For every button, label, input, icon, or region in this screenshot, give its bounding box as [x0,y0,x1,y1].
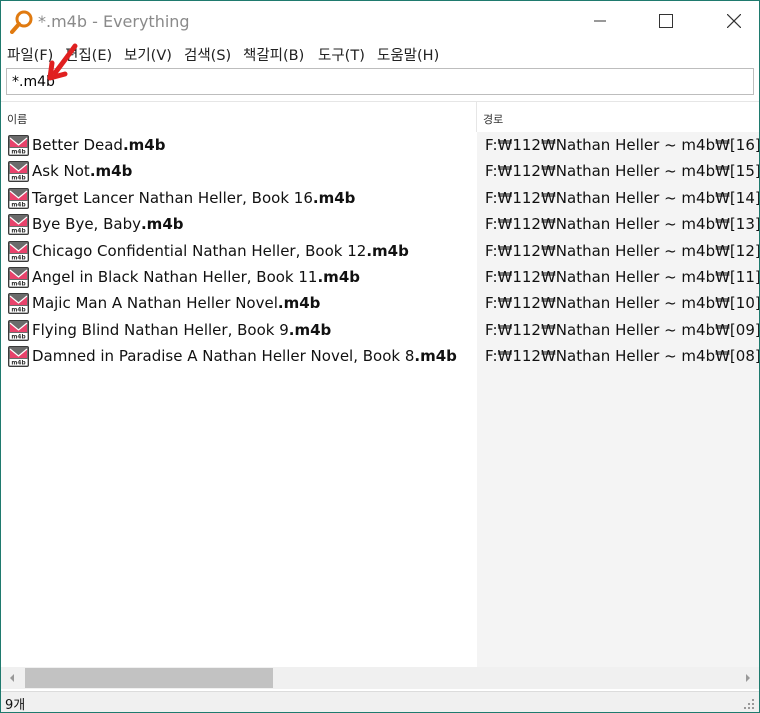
file-name: Damned in Paradise A Nathan Heller Novel… [32,347,457,365]
menu-tools[interactable]: 도구(T) [318,44,365,65]
file-name-ext: .m4b [288,320,332,339]
file-name: Bye Bye, Baby.m4b [32,215,184,233]
file-name: Majic Man A Nathan Heller Novel.m4b [32,294,320,312]
close-icon [727,14,741,28]
file-path: F:₩112₩Nathan Heller ~ m4b₩[14] Target L… [485,188,759,207]
table-row[interactable]: m4b Chicago Confidential Nathan Heller, B… [1,239,759,265]
m4b-file-icon: m4b [8,214,29,236]
file-name: Target Lancer Nathan Heller, Book 16.m4b [32,189,355,207]
file-icon-label: m4b [11,308,25,314]
file-name-ext: .m4b [277,294,321,313]
horizontal-scrollbar[interactable] [1,667,759,689]
maximize-icon [659,14,673,28]
file-name: Flying Blind Nathan Heller, Book 9.m4b [32,321,331,339]
table-row[interactable]: m4b Better Dead.m4b F:₩112₩Nathan Heller ~… [1,133,759,159]
chevron-right-icon [746,674,750,682]
file-name-stem: Better Dead [32,136,123,154]
file-name: Ask Not.m4b [32,162,132,180]
results-list: 이름 경로 m4b Better Dead.m4b F:₩112₩Nathan He… [1,101,759,668]
menu-help[interactable]: 도움말(H) [377,44,439,65]
file-name-stem: Chicago Confidential Nathan Heller, Book… [32,241,367,260]
m4b-file-icon: m4b [8,346,29,368]
table-row[interactable]: m4b Angel in Black Nathan Heller, Book 11… [1,265,759,291]
file-name-stem: Target Lancer Nathan Heller, Book 16 [32,188,313,207]
column-header-path-label: 경로 [483,113,504,126]
file-name-stem: Angel in Black Nathan Heller, Book 11 [32,267,318,286]
menu-file[interactable]: 파일(F) [7,44,53,65]
file-icon-label: m4b [11,202,25,208]
file-path: F:₩112₩Nathan Heller ~ m4b₩[15] Ask Not [485,162,759,181]
table-row[interactable]: m4b Majic Man A Nathan Heller Novel.m4b F:… [1,291,759,317]
file-name: Angel in Black Nathan Heller, Book 11.m4… [32,268,360,286]
table-row[interactable]: m4b Target Lancer Nathan Heller, Book 16.… [1,186,759,212]
column-header-path[interactable]: 경로 [477,102,759,132]
menu-view[interactable]: 보기(V) [124,44,172,65]
m4b-file-icon: m4b [8,135,29,156]
result-count: 9개 [5,698,26,713]
file-name-ext: .m4b [366,241,409,260]
result-rows: m4b Better Dead.m4b F:₩112₩Nathan Heller ~… [1,133,759,371]
file-icon-label: m4b [11,255,25,261]
file-name-ext: .m4b [140,215,184,234]
m4b-file-icon: m4b [8,240,29,262]
search-box [6,68,754,95]
maximize-button[interactable] [643,1,689,41]
chevron-left-icon [10,674,14,682]
table-row[interactable]: m4b Ask Not.m4b F:₩112₩Nathan Heller ~ m4b… [1,159,759,185]
file-name-ext: .m4b [414,347,457,366]
scroll-thumb[interactable] [25,668,273,688]
table-row[interactable]: m4b Bye Bye, Baby.m4b F:₩112₩Nathan Heller… [1,212,759,238]
resize-grip-icon[interactable] [743,698,755,710]
minimize-button[interactable] [577,1,623,41]
minimize-icon [594,20,606,22]
m4b-file-icon: m4b [8,161,29,183]
scroll-right-button[interactable] [737,667,759,689]
m4b-file-icon: m4b [8,293,29,315]
file-icon-label: m4b [11,229,25,235]
scroll-left-button[interactable] [1,667,23,689]
file-path: F:₩112₩Nathan Heller ~ m4b₩[08] Damned i… [485,347,759,366]
title-bar[interactable]: *.m4b - Everything [1,1,759,41]
file-name-stem: Majic Man A Nathan Heller Novel [32,294,278,313]
file-icon-label: m4b [11,361,25,367]
file-icon-label: m4b [11,334,25,340]
menu-edit[interactable]: 편집(E) [65,44,112,65]
file-icon-label: m4b [11,150,25,156]
file-name-ext: .m4b [89,162,133,181]
file-name: Chicago Confidential Nathan Heller, Book… [32,242,409,260]
file-path: F:₩112₩Nathan Heller ~ m4b₩[12] Chicago … [485,241,759,260]
search-input[interactable] [7,69,753,94]
file-name-stem: Flying Blind Nathan Heller, Book 9 [32,320,289,339]
m4b-file-icon: m4b [8,266,29,288]
file-path: F:₩112₩Nathan Heller ~ m4b₩[10] Majic Ma… [485,294,759,313]
column-header-name-label: 이름 [7,113,28,126]
close-button[interactable] [711,1,757,41]
everything-window: *.m4b - Everything 파일(F) 편집(E) 보기(V) 검색(… [0,0,760,713]
file-icon-label: m4b [11,282,25,288]
file-name-ext: .m4b [317,267,360,286]
file-name-stem: Ask Not [32,162,90,181]
file-path: F:₩112₩Nathan Heller ~ m4b₩[13] Bye Bye,… [485,215,759,234]
file-path: F:₩112₩Nathan Heller ~ m4b₩[09] Flying B… [485,320,759,339]
m4b-file-icon: m4b [8,187,29,209]
file-name-ext: .m4b [312,188,356,207]
table-row[interactable]: m4b Damned in Paradise A Nathan Heller No… [1,344,759,370]
menu-bookmarks[interactable]: 책갈피(B) [243,44,304,65]
status-bar: 9개 [1,691,759,713]
file-path: F:₩112₩Nathan Heller ~ m4b₩[11] Angel in… [485,267,759,286]
menu-search[interactable]: 검색(S) [184,44,231,65]
magnifier-icon [10,10,33,34]
file-path: F:₩112₩Nathan Heller ~ m4b₩[16] Better D… [485,136,759,154]
m4b-file-icon: m4b [8,319,29,341]
table-row[interactable]: m4b Flying Blind Nathan Heller, Book 9.m4… [1,318,759,344]
window-title: *.m4b - Everything [38,12,190,31]
file-icon-label: m4b [11,176,25,182]
file-name: Better Dead.m4b [32,136,165,154]
file-name-stem: Bye Bye, Baby [32,215,141,234]
file-name-stem: Damned in Paradise A Nathan Heller Novel… [32,347,415,366]
menu-bar: 파일(F) 편집(E) 보기(V) 검색(S) 책갈피(B) 도구(T) 도움말… [1,41,759,67]
column-header-name[interactable]: 이름 [1,102,476,132]
file-name-ext: .m4b [122,136,166,154]
